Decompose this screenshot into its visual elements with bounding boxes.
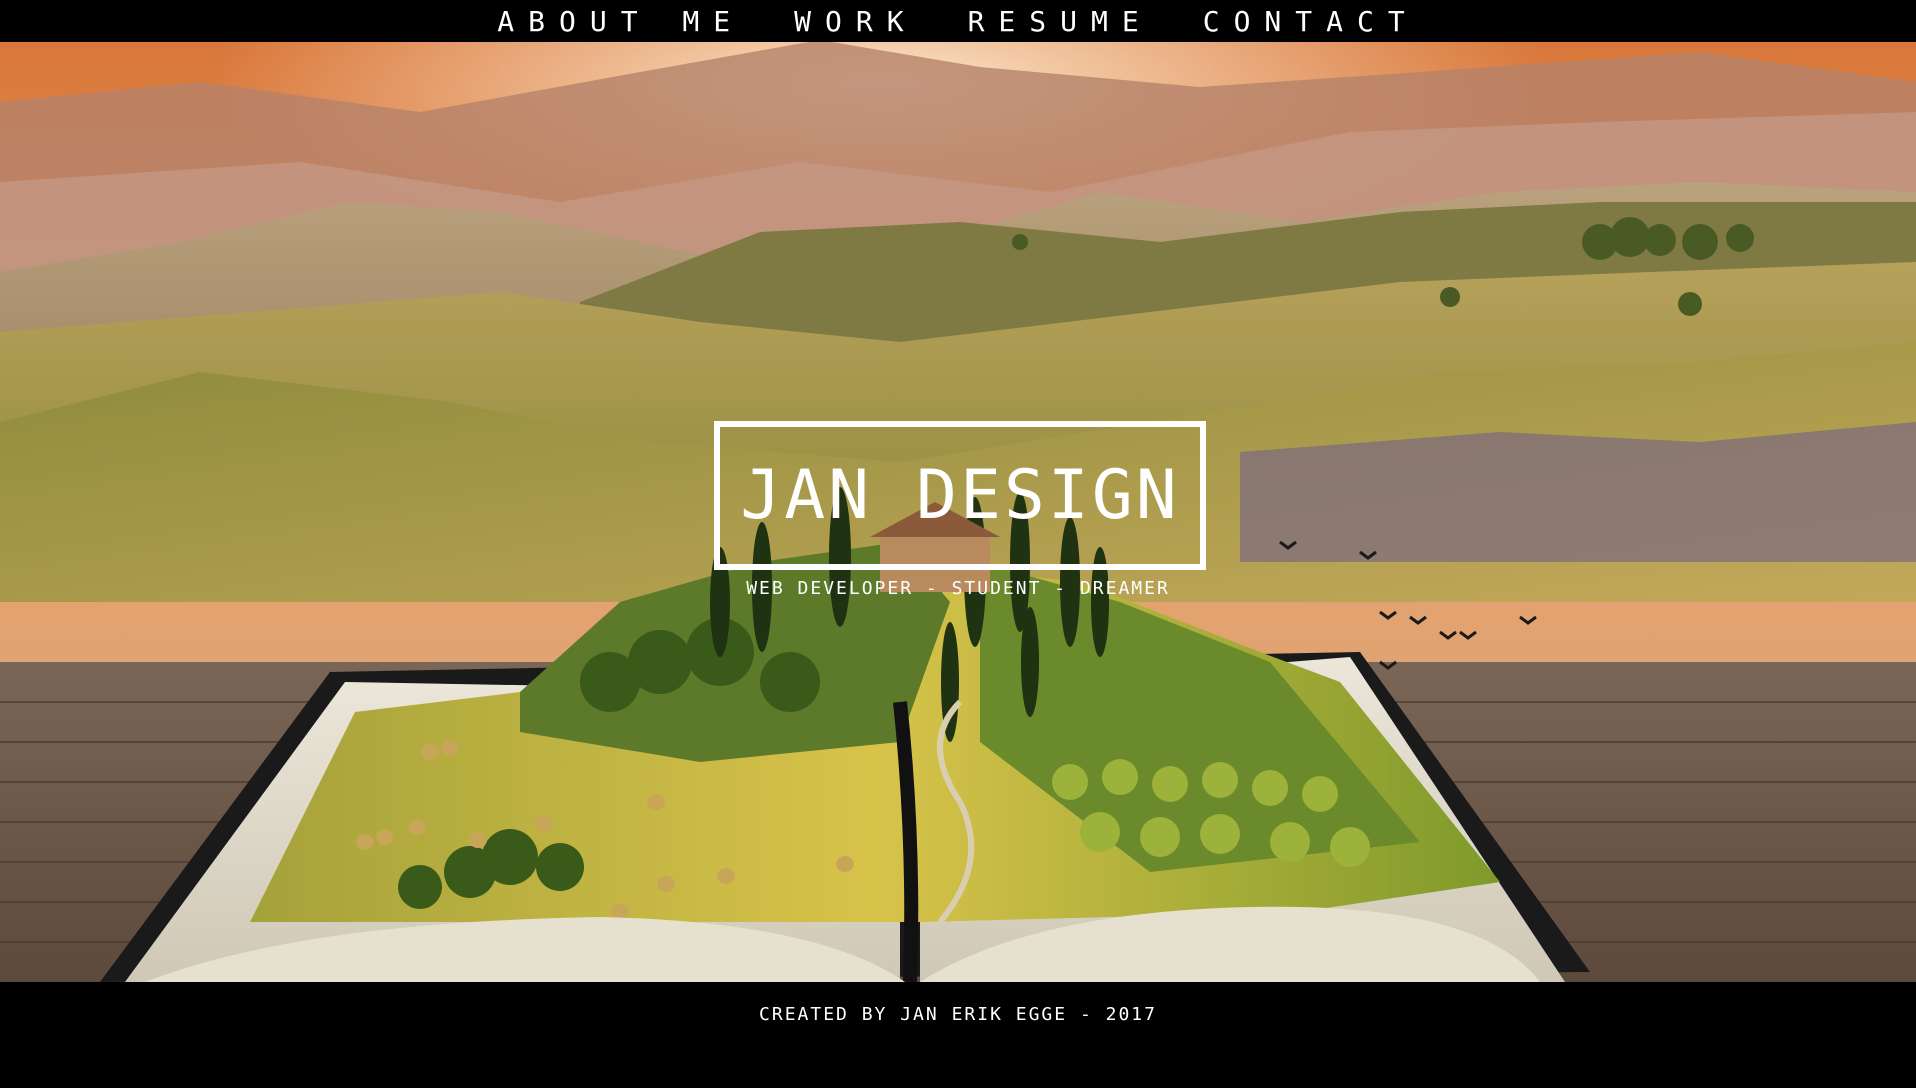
nav-contact-link[interactable]: CONTACT — [1203, 5, 1419, 38]
top-navigation: ABOUT ME WORK RESUME CONTACT — [0, 0, 1916, 42]
nav-work-link[interactable]: WORK — [794, 5, 917, 38]
hero-section: JAN DESIGN WEB DEVELOPER - STUDENT - DRE… — [0, 42, 1916, 982]
hero-tagline: WEB DEVELOPER - STUDENT - DREAMER — [746, 578, 1170, 599]
footer-credit: CREATED BY JAN ERIK EGGE - 2017 — [759, 1004, 1157, 1025]
brand-title: JAN DESIGN — [740, 456, 1180, 535]
page-footer: CREATED BY JAN ERIK EGGE - 2017 — [0, 982, 1916, 1088]
nav-about-me-link[interactable]: ABOUT ME — [497, 5, 744, 38]
brand-logo-box: JAN DESIGN — [714, 421, 1206, 570]
nav-resume-link[interactable]: RESUME — [968, 5, 1153, 38]
